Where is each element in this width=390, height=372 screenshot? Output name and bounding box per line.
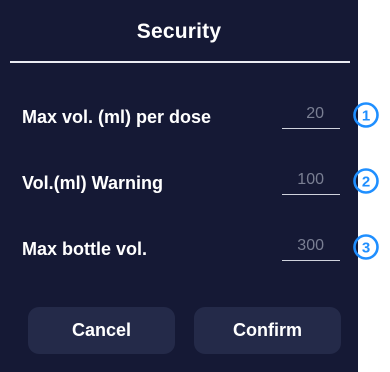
setting-row-max-bottle: Max bottle vol. 3	[0, 229, 390, 273]
cancel-button[interactable]: Cancel	[28, 307, 175, 354]
number-three-icon: 3	[353, 234, 379, 260]
security-dialog: Security Max vol. (ml) per dose 1 Vol.(m…	[0, 0, 379, 372]
title-divider	[10, 61, 350, 63]
number-one-icon: 1	[353, 102, 379, 128]
badge-number: 1	[362, 108, 370, 125]
setting-label-max-dose: Max vol. (ml) per dose	[22, 107, 212, 127]
setting-label-volume-warning: Vol.(ml) Warning	[22, 173, 163, 193]
volume-warning-input[interactable]	[282, 165, 340, 195]
setting-row-max-dose: Max vol. (ml) per dose 1	[0, 97, 390, 141]
badge-number: 2	[362, 174, 370, 191]
max-dose-input[interactable]	[282, 99, 340, 129]
badge-number: 3	[362, 240, 370, 257]
dialog-title: Security	[136, 20, 222, 43]
confirm-button[interactable]: Confirm	[194, 307, 341, 354]
number-two-icon: 2	[353, 168, 379, 194]
setting-row-volume-warning: Vol.(ml) Warning 2	[0, 163, 390, 207]
setting-label-max-bottle: Max bottle vol.	[22, 239, 148, 259]
max-bottle-input[interactable]	[282, 231, 340, 261]
